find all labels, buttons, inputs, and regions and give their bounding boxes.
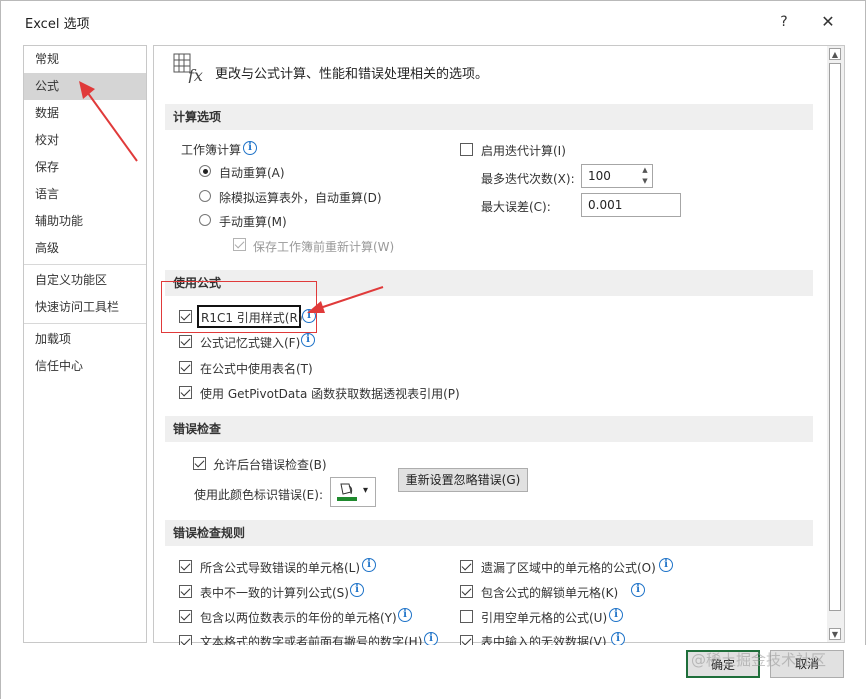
workbook-calc-label: 工作簿计算 — [181, 143, 242, 157]
error-color-label: 使用此颜色标识错误(E): — [194, 488, 323, 502]
info-icon[interactable]: i — [243, 141, 257, 155]
sidebar-item-advanced[interactable]: 高级 — [24, 235, 146, 262]
sidebar-item-language[interactable]: 语言 — [24, 181, 146, 208]
sidebar-item-trust-center[interactable]: 信任中心 — [24, 353, 146, 380]
getpivotdata-label: 使用 GetPivotData 函数获取数据透视表引用(P) — [200, 387, 460, 401]
sidebar-divider — [24, 323, 146, 324]
rule-checkbox[interactable] — [460, 610, 473, 623]
getpivotdata-checkbox[interactable] — [179, 386, 192, 399]
rule-checkbox[interactable] — [460, 585, 473, 598]
close-button[interactable]: ✕ — [817, 11, 839, 33]
sidebar-item-customize-ribbon[interactable]: 自定义功能区 — [24, 267, 146, 294]
rule-checkbox[interactable] — [179, 610, 192, 623]
rule-checkbox[interactable] — [179, 560, 192, 573]
radio-auto[interactable] — [199, 165, 211, 177]
radio-auto-except-label: 除模拟运算表外，自动重算(D) — [219, 191, 382, 205]
title-bar: Excel 选项 ? ✕ — [1, 1, 866, 41]
info-icon[interactable]: i — [350, 583, 364, 597]
info-icon[interactable]: i — [631, 583, 645, 597]
info-icon[interactable]: i — [611, 632, 625, 646]
section-calculation: 计算选项 — [165, 104, 813, 130]
table-names-label: 在公式中使用表名(T) — [200, 362, 313, 376]
spin-down-icon[interactable]: ▼ — [639, 176, 651, 187]
radio-manual-label: 手动重算(M) — [219, 215, 287, 229]
svg-text:fx: fx — [187, 66, 203, 83]
rule-checkbox[interactable] — [460, 560, 473, 573]
sidebar-item-quick-access[interactable]: 快速访问工具栏 — [24, 294, 146, 321]
recalc-before-save-checkbox[interactable] — [233, 238, 246, 251]
help-button[interactable]: ? — [773, 11, 795, 33]
rule-label: 所含公式导致错误的单元格(L) — [200, 561, 361, 575]
max-change-label: 最大误差(C): — [481, 200, 551, 214]
r1c1-checkbox[interactable] — [179, 310, 192, 323]
watermark: @稀土掘金技术社区 — [691, 651, 827, 669]
recalc-before-save-label: 保存工作簿前重新计算(W) — [253, 240, 395, 254]
reset-ignored-errors-button[interactable]: 重新设置忽略错误(G) — [398, 468, 528, 492]
iterative-calc-checkbox[interactable] — [460, 143, 473, 156]
info-icon[interactable]: i — [424, 632, 438, 646]
section-error-checking: 错误检查 — [165, 416, 813, 442]
rule-label: 引用空单元格的公式(U) — [481, 611, 608, 625]
sidebar-item-general[interactable]: 常规 — [24, 46, 146, 73]
iterative-calc-label: 启用迭代计算(I) — [481, 144, 566, 158]
max-iterations-spinner[interactable]: ▲ ▼ — [639, 165, 651, 187]
annotation-arrow-sidebar — [79, 81, 138, 162]
sidebar-item-accessibility[interactable]: 辅助功能 — [24, 208, 146, 235]
max-iterations-label: 最多迭代次数(X): — [481, 172, 575, 186]
formula-autocomplete-checkbox[interactable] — [179, 335, 192, 348]
content-scrollbar[interactable]: ▲ ▼ — [827, 46, 844, 642]
chevron-down-icon[interactable]: ▾ — [363, 485, 368, 496]
radio-manual[interactable] — [199, 214, 211, 226]
page-description: 更改与公式计算、性能和错误处理相关的选项。 — [215, 67, 489, 82]
info-icon[interactable]: i — [362, 558, 376, 572]
max-change-input[interactable]: 0.001 — [581, 193, 681, 217]
rule-label: 包含公式的解锁单元格(K) — [481, 586, 619, 600]
scroll-up-icon[interactable]: ▲ — [829, 48, 841, 60]
rule-label: 遗漏了区域中的单元格的公式(O) — [481, 561, 656, 575]
background-error-label: 允许后台错误检查(B) — [213, 458, 327, 472]
paint-bucket-icon — [337, 483, 357, 501]
info-icon[interactable]: i — [659, 558, 673, 572]
info-icon[interactable]: i — [609, 608, 623, 622]
info-icon[interactable]: i — [301, 333, 315, 347]
excel-options-dialog: Excel 选项 ? ✕ 常规 公式 数据 校对 保存 语言 辅助功能 高级 自… — [0, 0, 866, 699]
scroll-thumb[interactable] — [829, 63, 841, 611]
r1c1-label: R1C1 引用样式(R) — [201, 311, 303, 325]
radio-auto-except-tables[interactable] — [199, 190, 211, 202]
dialog-title: Excel 选项 — [25, 17, 90, 32]
info-icon[interactable]: i — [398, 608, 412, 622]
sidebar-divider — [24, 264, 146, 265]
section-error-rules: 错误检查规则 — [165, 520, 813, 546]
rule-label: 表中不一致的计算列公式(S) — [200, 586, 349, 600]
rule-label: 包含以两位数表示的年份的单元格(Y) — [200, 611, 397, 625]
formula-autocomplete-label: 公式记忆式键入(F) — [200, 336, 301, 350]
annotation-arrow-r1c1 — [307, 286, 384, 313]
formula-icon: fx — [173, 53, 203, 83]
radio-auto-label: 自动重算(A) — [219, 166, 285, 180]
rule-checkbox[interactable] — [179, 585, 192, 598]
scroll-down-icon[interactable]: ▼ — [829, 628, 841, 640]
background-error-checkbox[interactable] — [193, 457, 206, 470]
sidebar-item-addins[interactable]: 加载项 — [24, 326, 146, 353]
error-color-picker[interactable]: ▾ — [330, 477, 376, 507]
table-names-checkbox[interactable] — [179, 361, 192, 374]
spin-up-icon[interactable]: ▲ — [639, 165, 651, 176]
